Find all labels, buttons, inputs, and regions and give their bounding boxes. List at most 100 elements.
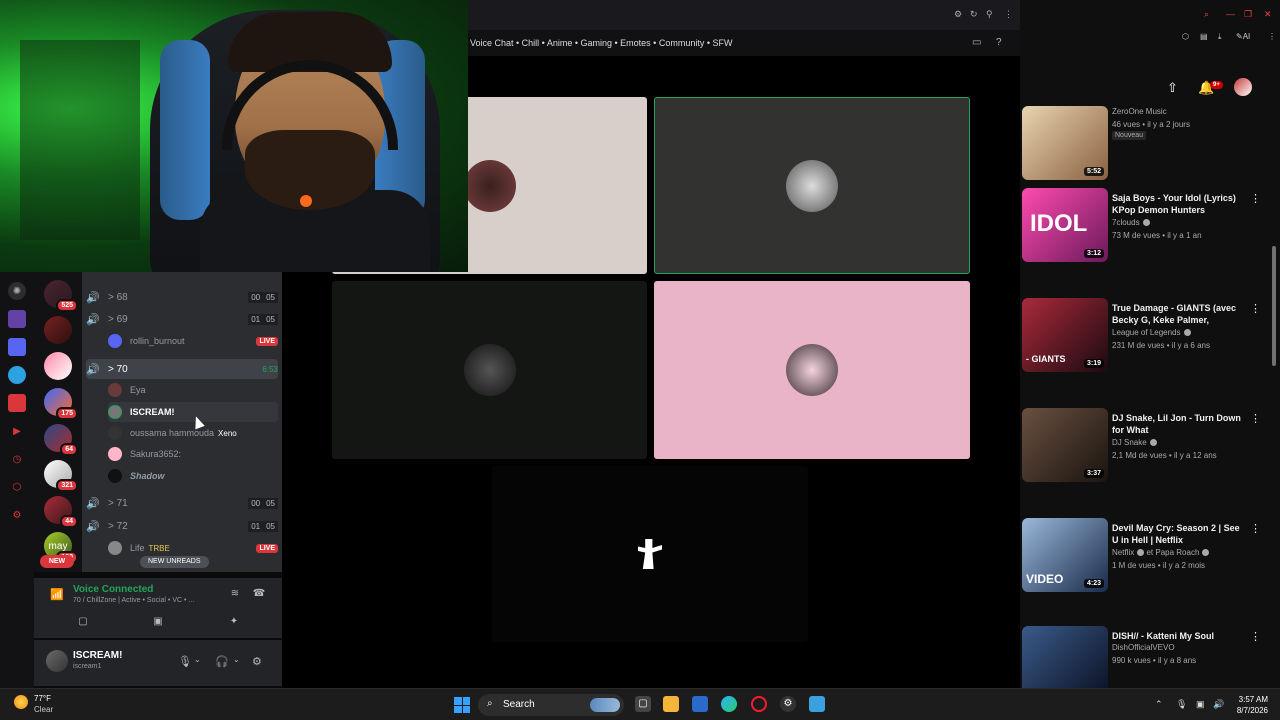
voice-channel-71[interactable]: 🔊 > 71 00 05 (86, 493, 278, 513)
video-thumbnail[interactable]: IDOL 3:12 (1022, 188, 1108, 262)
upload-icon[interactable]: ⇧ (1167, 80, 1178, 96)
chevron-down-icon[interactable]: ⌄ (233, 655, 240, 664)
server-icon[interactable]: 44 (44, 496, 78, 528)
openai-icon[interactable]: ✺ (8, 282, 26, 300)
video-channel[interactable]: Netflix et Papa Roach (1112, 548, 1252, 557)
search-icon[interactable]: ⌕ (1204, 9, 1209, 20)
pin-icon[interactable]: ⚲ (986, 9, 993, 20)
settings-icon[interactable]: ⚙ (954, 9, 962, 20)
user-avatar[interactable] (46, 650, 68, 672)
inbox-icon[interactable]: ▭ (972, 37, 981, 48)
participant-tile-speaking[interactable] (654, 97, 970, 274)
help-icon[interactable]: ? (996, 37, 1002, 48)
maximize-icon[interactable]: ❐ (1244, 9, 1252, 20)
server-icon[interactable]: 321 (44, 460, 78, 492)
video-thumbnail[interactable]: VIDEO 4:23 (1022, 518, 1108, 592)
video-channel[interactable]: DJ Snake (1112, 438, 1252, 447)
participant-tile[interactable] (332, 281, 647, 459)
voice-channel-70[interactable]: 🔊 > 70 6:53 (86, 359, 278, 379)
chevron-down-icon[interactable]: ⌄ (194, 655, 201, 664)
server-icon[interactable]: 64 (44, 424, 78, 456)
noise-suppression-icon[interactable]: ≋ (228, 588, 242, 602)
voice-user[interactable]: rollin_burnout LIVE (108, 331, 278, 351)
voice-status[interactable]: Voice Connected (73, 584, 153, 595)
video-thumbnail[interactable]: 3:37 (1022, 408, 1108, 482)
opera-gx-icon[interactable] (751, 696, 767, 712)
more-icon[interactable]: ⋮ (1250, 192, 1261, 205)
more-icon[interactable]: ⋮ (1250, 412, 1261, 425)
video-item[interactable]: 3:37 DJ Snake, Lil Jon - Turn Down for W… (1020, 408, 1280, 508)
video-item[interactable]: DISH// - Katteni My Soul DishOfficialVEV… (1020, 626, 1280, 688)
system-clock[interactable]: 3:57 AM 8/7/2026 (1222, 694, 1268, 716)
more-icon[interactable]: ⋮ (1004, 9, 1013, 20)
scrollbar-thumb[interactable] (1272, 246, 1276, 366)
notepad-icon[interactable] (809, 696, 825, 712)
file-explorer-icon[interactable] (663, 696, 679, 712)
task-view-icon[interactable]: ▢ (635, 696, 651, 712)
video-thumbnail[interactable]: 5:52 (1022, 106, 1108, 180)
weather-icon[interactable] (14, 695, 28, 709)
settings-icon[interactable]: ⚙ (8, 506, 26, 524)
camera-off-icon[interactable]: ▢ (76, 616, 90, 630)
minimize-icon[interactable]: — (1226, 9, 1235, 19)
youtube-icon[interactable] (8, 394, 26, 412)
weather-temp[interactable]: 77°F (34, 694, 51, 703)
video-title[interactable]: DISH// - Katteni My Soul (1112, 630, 1244, 642)
avatar[interactable] (1234, 78, 1252, 96)
store-icon[interactable] (692, 696, 708, 712)
voice-channel-69[interactable]: 🔊 > 69 01 05 (86, 309, 278, 329)
microphone-icon[interactable]: 🎙 (1176, 699, 1187, 710)
taskbar-search[interactable]: ⌕ Search (478, 694, 624, 716)
video-title[interactable]: Saja Boys - Your Idol (Lyrics) KPop Demo… (1112, 192, 1244, 216)
voice-user[interactable]: Sakura3652: (108, 444, 278, 464)
video-thumbnail[interactable]: - GIANTS 3:19 (1022, 298, 1108, 372)
voice-user[interactable]: oussama hammouda Xeno (108, 423, 278, 443)
chevron-up-icon[interactable]: ⌃ (1155, 699, 1163, 710)
participant-tile[interactable] (492, 466, 808, 642)
voice-user[interactable]: Life TRBE LIVE (108, 538, 278, 558)
download-icon[interactable]: ⤓ (1218, 32, 1222, 42)
video-channel[interactable]: League of Legends (1112, 328, 1252, 337)
extensions-icon[interactable]: ⬡ (1182, 32, 1189, 41)
video-title[interactable]: True Damage - GIANTS (avec Becky G, Keke… (1112, 302, 1244, 326)
windows-start-icon[interactable] (454, 697, 470, 713)
screen-share-icon[interactable]: ▣ (151, 616, 165, 630)
more-icon[interactable]: ⋮ (1268, 32, 1276, 41)
headphones-icon[interactable]: 🎧 (215, 655, 229, 668)
voice-user[interactable]: Eya (108, 380, 278, 400)
edge-icon[interactable] (721, 696, 737, 712)
video-channel[interactable]: ZeroOne Music (1112, 107, 1252, 116)
app-icon[interactable]: ⚙ (780, 696, 796, 712)
video-item[interactable]: VIDEO 4:23 Devil May Cry: Season 2 | See… (1020, 518, 1280, 618)
disconnect-icon[interactable]: ☎ (252, 588, 266, 602)
microphone-icon[interactable]: 🎙 (178, 655, 192, 668)
video-item[interactable]: IDOL 3:12 Saja Boys - Your Idol (Lyrics)… (1020, 188, 1280, 288)
network-icon[interactable]: ▣ (1196, 699, 1205, 710)
twitch-icon[interactable] (8, 310, 26, 328)
server-icon[interactable] (44, 316, 72, 344)
more-icon[interactable]: ⋮ (1250, 630, 1261, 643)
clock-icon[interactable]: ◷ (8, 450, 26, 468)
video-item[interactable]: - GIANTS 3:19 True Damage - GIANTS (avec… (1020, 298, 1280, 398)
participant-tile[interactable] (654, 281, 970, 459)
server-label[interactable]: may (34, 541, 82, 552)
play-icon[interactable]: ▶ (8, 422, 26, 440)
user-display-name[interactable]: ISCREAM! (73, 650, 122, 661)
video-title[interactable]: DJ Snake, Lil Jon - Turn Down for What (1112, 412, 1244, 436)
voice-channel-path[interactable]: 70 / ChillZone | Active • Social • VC • … (73, 597, 194, 604)
more-icon[interactable]: ⋮ (1250, 302, 1261, 315)
telegram-icon[interactable] (8, 366, 26, 384)
video-title[interactable]: Devil May Cry: Season 2 | See U in Hell … (1112, 522, 1244, 546)
cube-icon[interactable]: ⬡ (8, 478, 26, 496)
video-thumbnail[interactable] (1022, 626, 1108, 688)
voice-channel-72[interactable]: 🔊 > 72 01 05 (86, 516, 278, 536)
refresh-icon[interactable]: ↻ (970, 9, 978, 20)
gear-icon[interactable]: ⚙ (252, 655, 262, 668)
wallet-icon[interactable]: ▤ (1200, 32, 1208, 41)
video-channel[interactable]: DishOfficialVEVO (1112, 643, 1252, 652)
voice-channel-68[interactable]: 🔊 > 68 00 05 (86, 287, 278, 307)
video-channel[interactable]: 7clouds (1112, 218, 1252, 227)
close-icon[interactable]: ✕ (1264, 9, 1272, 20)
activities-icon[interactable]: ✦ (227, 616, 241, 630)
server-icon[interactable] (44, 352, 72, 380)
